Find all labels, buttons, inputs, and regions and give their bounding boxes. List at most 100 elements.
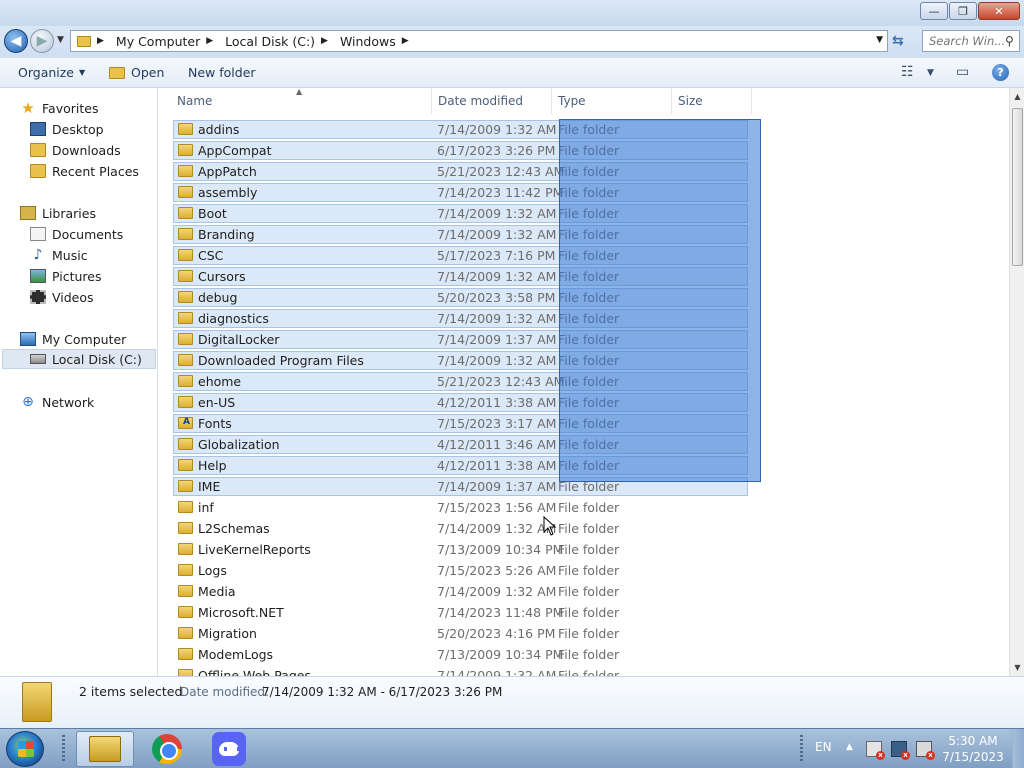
breadcrumb-separator-icon[interactable]: ▶ <box>402 36 409 46</box>
help-button[interactable]: ? <box>992 64 1009 81</box>
search-icon[interactable]: ⚲ <box>1005 34 1014 48</box>
column-header-date-modified[interactable]: Date modified <box>432 88 552 114</box>
file-name: CSC <box>198 248 224 263</box>
network-status-icon[interactable]: x <box>891 741 910 760</box>
vertical-scrollbar[interactable]: ▲ ▼ <box>1009 88 1024 676</box>
folder-icon <box>178 543 193 555</box>
file-row[interactable]: inf 7/15/2023 1:56 AM File folder <box>159 497 1009 518</box>
breadcrumb-separator-icon[interactable]: ▶ <box>206 36 213 46</box>
nav-videos[interactable]: Videos <box>30 287 94 307</box>
folder-icon <box>178 522 193 534</box>
nav-music[interactable]: ♪ Music <box>30 245 88 265</box>
preview-pane-icon[interactable]: ▭ <box>956 64 969 80</box>
nav-label: Documents <box>52 226 124 242</box>
breadcrumb-separator-icon[interactable]: ▶ <box>97 36 104 46</box>
nav-local-disk[interactable]: Local Disk (C:) <box>2 349 156 369</box>
breadcrumb-windows[interactable]: Windows <box>340 34 396 49</box>
file-date-modified: 6/17/2023 3:26 PM <box>437 143 556 158</box>
scroll-up-icon[interactable]: ▲ <box>1010 88 1024 105</box>
breadcrumb-my-computer[interactable]: My Computer <box>116 34 200 49</box>
address-dropdown-icon[interactable]: ▼ <box>876 35 883 45</box>
breadcrumb-local-disk[interactable]: Local Disk (C:) <box>225 34 315 49</box>
file-date-modified: 4/12/2011 3:38 AM <box>437 395 557 410</box>
view-dropdown-icon[interactable]: ▼ <box>927 68 934 78</box>
file-name: LiveKernelReports <box>198 542 311 557</box>
nav-network[interactable]: ⊕ Network <box>20 392 94 412</box>
nav-favorites[interactable]: ★ Favorites <box>20 98 98 118</box>
mouse-cursor-icon <box>543 516 557 536</box>
recent-pages-dropdown[interactable]: ▼ <box>57 35 64 45</box>
date-modified-value: 7/14/2009 1:32 AM - 6/17/2023 3:26 PM <box>262 685 503 699</box>
scroll-down-icon[interactable]: ▼ <box>1010 659 1024 676</box>
show-desktop-button[interactable] <box>1012 729 1024 768</box>
folder-icon <box>178 123 193 135</box>
forward-button[interactable]: ▶ <box>30 29 54 53</box>
clock[interactable]: 5:30 AM 7/15/2023 <box>940 733 1006 765</box>
taskbar-discord[interactable] <box>200 731 258 767</box>
search-box[interactable]: ⚲ <box>922 30 1020 52</box>
nav-libraries[interactable]: Libraries <box>20 203 96 223</box>
folder-icon <box>178 270 193 282</box>
new-folder-button[interactable]: New folder <box>188 65 256 80</box>
nav-label: Local Disk (C:) <box>52 351 142 367</box>
action-center-icon[interactable]: x <box>866 741 885 760</box>
tray-grip[interactable] <box>800 735 803 763</box>
close-button[interactable]: ✕ <box>978 2 1020 20</box>
scrollbar-thumb[interactable] <box>1012 108 1023 266</box>
volume-icon[interactable]: x <box>916 741 935 760</box>
file-name: inf <box>198 500 214 515</box>
file-row[interactable]: Logs 7/15/2023 5:26 AM File folder <box>159 560 1009 581</box>
file-date-modified: 7/14/2009 1:37 AM <box>437 332 557 347</box>
nav-desktop[interactable]: Desktop <box>30 119 104 139</box>
organize-button[interactable]: Organize ▼ <box>18 65 85 80</box>
nav-documents[interactable]: Documents <box>30 224 123 244</box>
nav-pictures[interactable]: Pictures <box>30 266 102 286</box>
breadcrumb-separator-icon[interactable]: ▶ <box>321 36 328 46</box>
view-options-icon[interactable]: ☷ <box>901 64 914 80</box>
taskbar-explorer[interactable] <box>76 731 134 767</box>
file-name: Offline Web Pages <box>198 668 311 676</box>
open-button[interactable]: Open <box>109 65 164 80</box>
search-input[interactable] <box>929 34 1005 48</box>
file-name: DigitalLocker <box>198 332 280 347</box>
recent-places-icon <box>30 164 46 178</box>
nav-downloads[interactable]: Downloads <box>30 140 121 160</box>
file-row[interactable]: ModemLogs 7/13/2009 10:34 PM File folder <box>159 644 1009 665</box>
nav-my-computer[interactable]: My Computer <box>20 329 126 349</box>
file-row[interactable]: L2Schemas 7/14/2009 1:32 AM File folder <box>159 518 1009 539</box>
selection-count: 2 items selected <box>79 684 183 699</box>
refresh-icon[interactable]: ⇆ <box>892 33 910 49</box>
folder-icon <box>178 186 193 198</box>
file-row[interactable]: Media 7/14/2009 1:32 AM File folder <box>159 581 1009 602</box>
chrome-icon <box>152 734 182 764</box>
file-row[interactable]: Migration 5/20/2023 4:16 PM File folder <box>159 623 1009 644</box>
show-hidden-icons-icon[interactable]: ▲ <box>846 742 853 752</box>
column-header-type[interactable]: Type <box>552 88 672 114</box>
file-date-modified: 5/20/2023 4:16 PM <box>437 626 556 641</box>
file-date-modified: 7/14/2009 1:32 AM <box>437 122 557 137</box>
details-pane: 2 items selected Date modified: 7/14/200… <box>0 676 1024 728</box>
address-bar[interactable]: ▶ My Computer ▶ Local Disk (C:) ▶ Window… <box>70 30 888 52</box>
language-indicator[interactable]: EN <box>815 740 832 754</box>
column-header-name[interactable]: Name ▲ <box>159 88 432 114</box>
nav-recent-places[interactable]: Recent Places <box>30 161 139 181</box>
file-name: Globalization <box>198 437 280 452</box>
nav-label: Network <box>42 394 95 410</box>
folder-icon <box>178 564 193 576</box>
taskbar-chrome[interactable] <box>138 731 196 767</box>
file-date-modified: 7/14/2009 1:32 AM <box>437 311 557 326</box>
back-button[interactable]: ◀ <box>4 29 28 53</box>
minimize-button[interactable]: — <box>920 2 948 20</box>
file-date-modified: 5/17/2023 7:16 PM <box>437 248 556 263</box>
folder-icon <box>77 35 91 47</box>
nav-label: Favorites <box>42 100 99 116</box>
taskbar-grip[interactable] <box>62 735 65 763</box>
folder-icon <box>22 682 52 722</box>
file-row[interactable]: LiveKernelReports 7/13/2009 10:34 PM File … <box>159 539 1009 560</box>
file-date-modified: 7/13/2009 10:34 PM <box>437 647 564 662</box>
start-button[interactable] <box>6 731 44 767</box>
restore-button[interactable]: ❐ <box>949 2 977 20</box>
file-row[interactable]: Offline Web Pages 7/14/2009 1:32 AM File f… <box>159 665 1009 676</box>
file-row[interactable]: Microsoft.NET 7/14/2023 11:48 PM File fold… <box>159 602 1009 623</box>
column-header-size[interactable]: Size <box>672 88 752 114</box>
